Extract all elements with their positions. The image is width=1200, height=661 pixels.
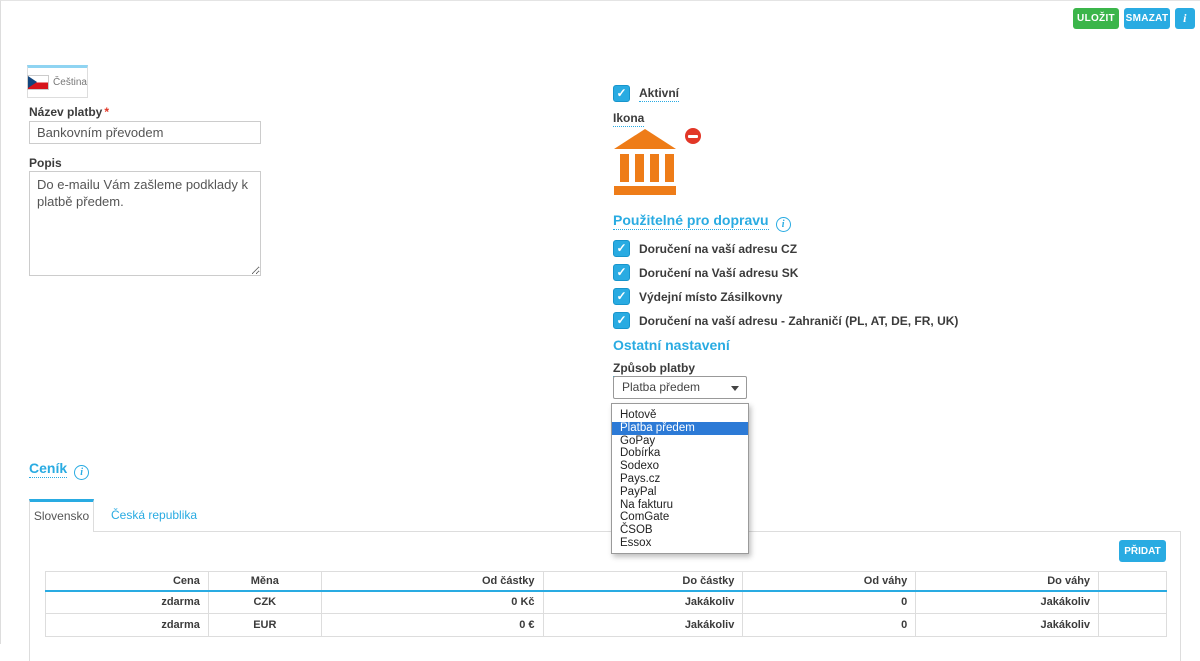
- payment-method-selected-value: Platba předem: [622, 380, 700, 394]
- dropdown-option[interactable]: Platba předem: [612, 422, 748, 435]
- table-cell: zdarma: [46, 591, 209, 614]
- other-settings-heading: Ostatní nastavení: [613, 337, 730, 353]
- pricing-heading: Ceníki: [29, 460, 89, 480]
- tab-slovensko[interactable]: Slovensko: [29, 499, 94, 532]
- dropdown-option[interactable]: Essox: [612, 537, 748, 550]
- shipping-option-label: Výdejní místo Zásilkovny: [639, 290, 782, 304]
- table-cell: 0: [743, 591, 916, 614]
- payment-name-input[interactable]: [29, 121, 261, 144]
- table-row: zdarmaCZK0 KčJakákoliv0Jakákoliv: [46, 591, 1167, 614]
- table-cell: Jakákoliv: [543, 591, 743, 614]
- column-header: Do částky: [543, 572, 743, 591]
- table-cell: EUR: [208, 614, 321, 637]
- active-checkbox-row: Aktivní: [613, 85, 679, 102]
- dropdown-option[interactable]: GoPay: [612, 435, 748, 448]
- table-row: zdarmaEUR0 €Jakákoliv0Jakákoliv: [46, 614, 1167, 637]
- payment-method-edit-page: ULOŽIT SMAZAT i Čeština Název platby* Po…: [0, 0, 1200, 644]
- table-cell: Jakákoliv: [916, 591, 1099, 614]
- active-label: Aktivní: [639, 86, 679, 102]
- delete-button[interactable]: SMAZAT: [1124, 8, 1170, 29]
- column-header: Od váhy: [743, 572, 916, 591]
- shipping-option-row: Doručení na Vaší adresu SK: [613, 264, 798, 281]
- pricing-table-header-row: CenaMěnaOd částkyDo částkyOd váhyDo váhy: [46, 572, 1167, 591]
- table-cell: 0 €: [321, 614, 543, 637]
- column-header: Do váhy: [916, 572, 1099, 591]
- icon-label: Ikona: [613, 111, 644, 127]
- info-button[interactable]: i: [1175, 8, 1195, 29]
- dropdown-option[interactable]: ČSOB: [612, 524, 748, 537]
- payment-method-label: Způsob platby: [613, 361, 695, 377]
- dropdown-option[interactable]: ComGate: [612, 511, 748, 524]
- table-cell: Jakákoliv: [916, 614, 1099, 637]
- chevron-down-icon: [731, 386, 739, 391]
- table-cell: zdarma: [46, 614, 209, 637]
- dropdown-option[interactable]: Hotově: [612, 409, 748, 422]
- shipping-heading: Použitelné pro dopravui: [613, 212, 791, 232]
- delete-cell: [1099, 614, 1167, 637]
- description-label: Popis: [29, 156, 62, 170]
- shipping-info-icon[interactable]: i: [776, 217, 791, 232]
- payment-method-dropdown: HotověPlatba předemGoPayDobírkaSodexoPay…: [611, 403, 749, 554]
- column-header: Cena: [46, 572, 209, 591]
- tab-ceska-republika[interactable]: Česká republika: [111, 508, 197, 522]
- table-cell: 0 Kč: [321, 591, 543, 614]
- dropdown-option[interactable]: Dobírka: [612, 447, 748, 460]
- payment-method-select[interactable]: Platba předem: [613, 376, 747, 399]
- pricing-table-body: zdarmaCZK0 KčJakákoliv0JakákolivzdarmaEU…: [46, 591, 1167, 637]
- active-checkbox[interactable]: [613, 85, 630, 102]
- language-tab-czech[interactable]: Čeština: [27, 65, 88, 98]
- language-tab-label: Čeština: [53, 77, 87, 88]
- column-header: Od částky: [321, 572, 543, 591]
- bank-icon: [613, 128, 677, 201]
- payment-name-label: Název platby*: [29, 105, 109, 119]
- description-textarea[interactable]: Do e-mailu Vám zašleme podklady k platbě…: [29, 171, 261, 276]
- shipping-option-label: Doručení na vaší adresu - Zahraničí (PL,…: [639, 314, 958, 328]
- delete-cell: [1099, 591, 1167, 614]
- table-cell: 0: [743, 614, 916, 637]
- pricing-info-icon[interactable]: i: [74, 465, 89, 480]
- shipping-checkbox[interactable]: [613, 312, 630, 329]
- required-asterisk: *: [104, 105, 109, 119]
- dropdown-option[interactable]: Pays.cz: [612, 473, 748, 486]
- shipping-checkbox[interactable]: [613, 240, 630, 257]
- shipping-checkbox[interactable]: [613, 288, 630, 305]
- shipping-checkbox[interactable]: [613, 264, 630, 281]
- table-cell: CZK: [208, 591, 321, 614]
- czech-flag-icon: [28, 76, 48, 89]
- dropdown-option[interactable]: PayPal: [612, 486, 748, 499]
- dropdown-option[interactable]: Na fakturu: [612, 499, 748, 512]
- column-header: Měna: [208, 572, 321, 591]
- shipping-option-label: Doručení na Vaší adresu SK: [639, 266, 798, 280]
- delete-column-header: [1099, 572, 1167, 591]
- shipping-option-row: Výdejní místo Zásilkovny: [613, 288, 782, 305]
- add-row-button[interactable]: PŘIDAT: [1119, 540, 1166, 562]
- save-button[interactable]: ULOŽIT: [1073, 8, 1119, 29]
- pricing-table: CenaMěnaOd částkyDo částkyOd váhyDo váhy…: [45, 571, 1167, 637]
- shipping-option-row: Doručení na vaší adresu - Zahraničí (PL,…: [613, 312, 958, 329]
- dropdown-option[interactable]: Sodexo: [612, 460, 748, 473]
- shipping-option-row: Doručení na vaší adresu CZ: [613, 240, 797, 257]
- remove-icon-button[interactable]: [685, 128, 701, 144]
- table-cell: Jakákoliv: [543, 614, 743, 637]
- shipping-option-label: Doručení na vaší adresu CZ: [639, 242, 797, 256]
